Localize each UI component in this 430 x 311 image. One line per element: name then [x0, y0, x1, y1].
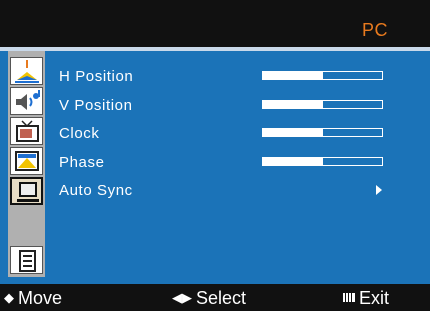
move-hint: ◆ Move — [4, 288, 62, 309]
menu-button-icon — [343, 293, 355, 302]
slider-fill — [263, 158, 323, 165]
select-arrows-icon: ◀▶ — [172, 290, 192, 305]
color-adjust-icon[interactable] — [10, 57, 43, 85]
page-title: PC — [361, 20, 388, 40]
exit-hint: Exit — [343, 288, 389, 309]
select-label: Select — [196, 288, 247, 308]
slider-fill — [263, 129, 323, 136]
exit-label: Exit — [359, 288, 390, 308]
audio-icon[interactable] — [10, 87, 43, 115]
osd-menu: PC H Position V Position Clock Phase Aut… — [0, 0, 430, 311]
picture-icon[interactable] — [10, 147, 43, 175]
menu-item-auto-sync[interactable]: Auto Sync — [59, 182, 133, 199]
slider-fill — [263, 101, 323, 108]
slider-fill — [263, 72, 323, 79]
info-icon[interactable] — [10, 246, 43, 274]
move-label: Move — [18, 288, 63, 308]
pc-settings-icon[interactable] — [10, 177, 43, 205]
submenu-arrow-icon — [376, 185, 382, 195]
select-hint: ◀▶ Select — [172, 288, 246, 309]
menu-item-h-position[interactable]: H Position — [59, 68, 133, 85]
move-arrows-icon: ◆ — [4, 290, 14, 305]
clock-slider[interactable] — [262, 128, 383, 137]
menu-item-v-position[interactable]: V Position — [59, 97, 133, 114]
phase-slider[interactable] — [262, 157, 383, 166]
header-bar: PC — [0, 0, 430, 47]
tv-icon[interactable] — [10, 117, 43, 145]
menu-item-clock[interactable]: Clock — [59, 125, 100, 142]
h-position-slider[interactable] — [262, 71, 383, 80]
menu-item-phase[interactable]: Phase — [59, 154, 105, 171]
v-position-slider[interactable] — [262, 100, 383, 109]
